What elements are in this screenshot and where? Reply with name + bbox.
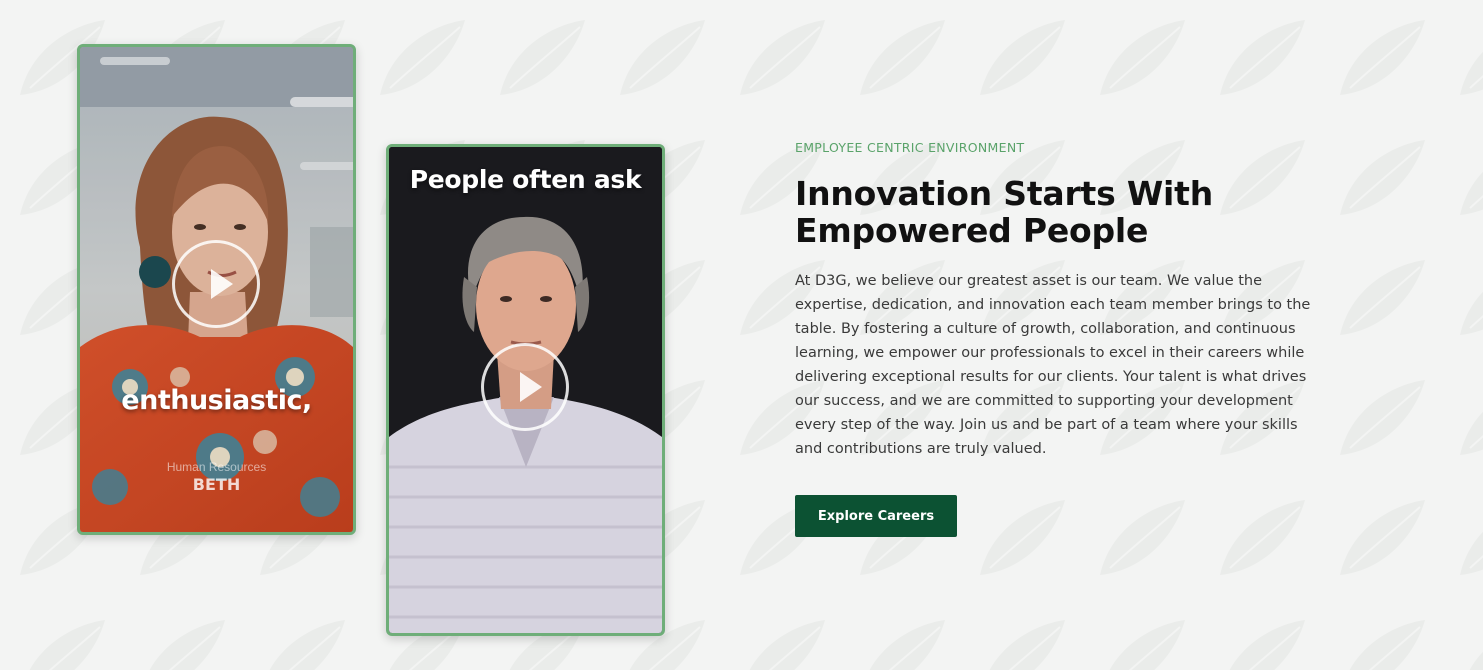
headline-line-1: Innovation Starts With [795,174,1214,213]
video-card-beth[interactable]: enthusiastic, Human Resources BETH [77,44,356,535]
explore-careers-button[interactable]: Explore Careers [795,495,957,537]
video-caption: enthusiastic, [121,385,312,416]
section-body: At D3G, we believe our greatest asset is… [795,273,1311,457]
video-speaker-name: BETH [192,475,241,494]
play-button[interactable] [481,343,569,431]
careers-section-content: EMPLOYEE CENTRIC ENVIRONMENT Innovation … [795,140,1325,461]
play-button[interactable] [172,240,260,328]
video-speaker-role: Human Resources [166,460,267,474]
headline-line-2: Empowered People [795,211,1149,250]
video-caption: People often ask [409,165,642,194]
section-headline: Innovation Starts With Empowered People [795,175,1325,249]
video-card-people-ask[interactable]: People often ask [386,144,665,636]
play-icon [520,372,542,402]
play-icon [211,269,233,299]
section-eyebrow: EMPLOYEE CENTRIC ENVIRONMENT [795,140,1025,155]
